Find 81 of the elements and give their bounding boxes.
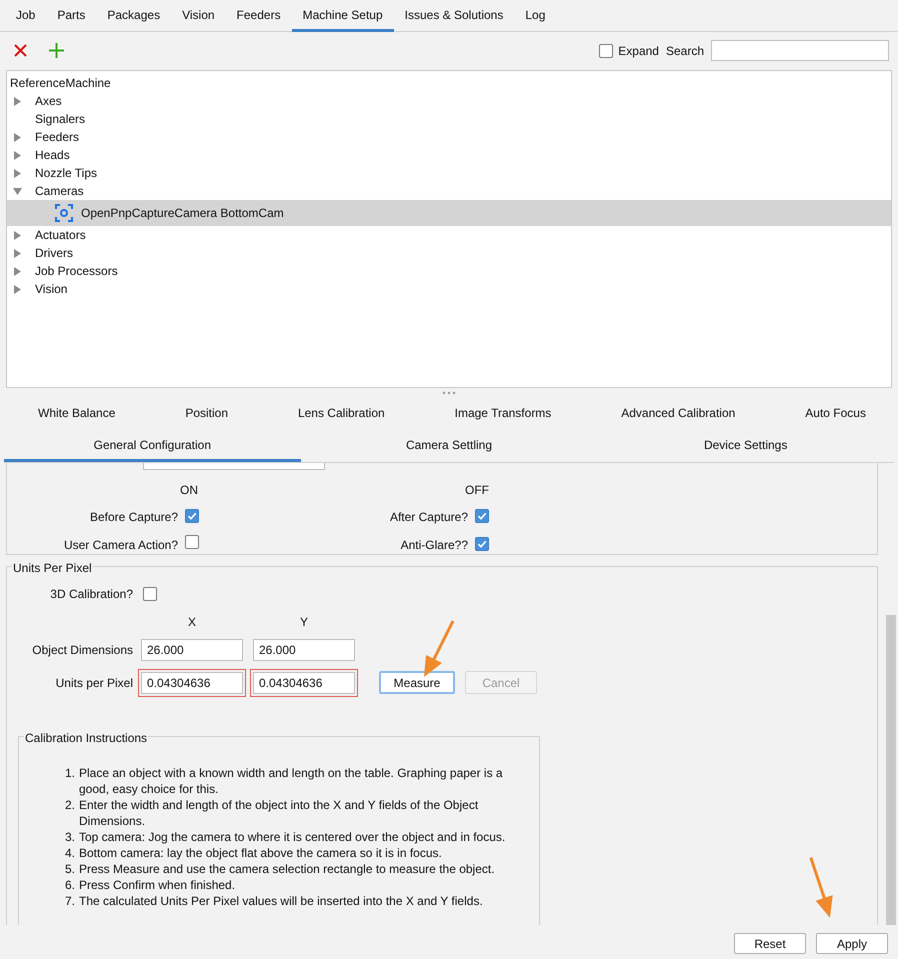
step-number: 3. <box>65 829 76 845</box>
tab[interactable]: Vision <box>171 0 226 32</box>
tree-item[interactable]: ReferenceMachine <box>7 74 891 92</box>
tab[interactable]: Log <box>514 0 556 32</box>
checkbox[interactable] <box>475 509 489 523</box>
field-label: Object Dimensions <box>31 642 133 659</box>
column-header: OFF <box>465 482 490 499</box>
step-text: Top camera: Jog the camera to where it is centered over the object and in focus. <box>79 829 506 845</box>
footer-button[interactable]: Reset <box>734 933 806 954</box>
tab[interactable]: Feeders <box>226 0 292 32</box>
tab[interactable]: Lens Calibration <box>298 398 385 430</box>
step-text: The calculated Units Per Pixel values will be inserted into the X and Y fields. <box>79 893 483 909</box>
step-text: Press Confirm when finished. <box>79 877 236 893</box>
collapsed-arrow-icon[interactable] <box>13 132 22 142</box>
column-header: Y <box>298 614 309 631</box>
collapsed-arrow-icon[interactable] <box>13 266 22 276</box>
camera-icon <box>55 204 73 222</box>
footer-button[interactable]: Apply <box>816 933 888 954</box>
input-field[interactable]: 26.000 <box>141 639 243 661</box>
tab[interactable]: Advanced Calibration <box>621 398 736 430</box>
tab[interactable]: Device Settings <box>597 430 894 462</box>
step-number: 1. <box>65 765 76 782</box>
checkbox[interactable] <box>143 587 157 601</box>
step-number: 5. <box>65 861 76 877</box>
step-number: 7. <box>65 893 76 909</box>
collapsed-arrow-icon[interactable] <box>13 230 22 240</box>
expanded-arrow-icon[interactable] <box>13 186 22 196</box>
checkbox-label: User Camera Action? <box>64 536 178 554</box>
step-text: Press Measure and use the camera selection rectangle to measure the object. <box>79 861 495 877</box>
step-number: 6. <box>65 877 76 893</box>
checkbox-label: After Capture? <box>390 509 468 526</box>
tab[interactable]: Job <box>5 0 46 32</box>
collapsed-arrow-icon[interactable] <box>13 96 22 106</box>
search-label: Search <box>666 42 704 60</box>
measure-button[interactable]: Measure <box>379 671 455 694</box>
tab[interactable]: Packages <box>96 0 172 32</box>
tree-item[interactable]: Feeders <box>35 128 80 146</box>
step-number: 2. <box>65 797 76 814</box>
tab[interactable]: Position <box>185 398 228 430</box>
input-field[interactable]: 26.000 <box>253 639 355 661</box>
tab[interactable]: Camera Settling <box>300 430 598 462</box>
tree-item[interactable]: Vision <box>35 280 68 298</box>
step-number: 4. <box>65 845 76 861</box>
checkbox-label: 3D Calibration? <box>49 586 133 603</box>
add-icon[interactable] <box>49 43 64 58</box>
tree-item[interactable]: Actuators <box>35 226 86 244</box>
checkbox[interactable] <box>185 509 199 523</box>
tree-item[interactable]: Nozzle Tips <box>35 164 98 182</box>
checkbox-label: Anti-Glare?? <box>400 536 468 554</box>
tab[interactable]: Image Transforms <box>454 398 552 430</box>
field-label: Units per Pixel <box>54 674 133 692</box>
tree-item[interactable]: OpenPnpCaptureCamera BottomCam <box>7 200 891 226</box>
collapsed-arrow-icon[interactable] <box>13 284 22 294</box>
tab[interactable]: Issues & Solutions <box>394 0 514 32</box>
tab[interactable]: Machine Setup <box>292 0 394 32</box>
checkbox[interactable] <box>475 536 489 550</box>
step-text: Enter the width and length of the object into the X and Y fields of the Object Dimensions. <box>79 797 480 829</box>
tab[interactable]: Auto Focus <box>805 398 866 430</box>
tab[interactable]: Parts <box>46 0 96 32</box>
collapsed-arrow-icon[interactable] <box>13 150 22 160</box>
splitter-handle-icon[interactable] <box>442 391 456 395</box>
checkbox[interactable] <box>599 44 614 58</box>
checkbox-label: Expand <box>618 42 659 60</box>
column-header: X <box>186 614 197 631</box>
column-header: ON <box>180 482 198 499</box>
tab[interactable]: White Balance <box>38 398 116 430</box>
search-field[interactable] <box>711 40 889 61</box>
close-icon[interactable] <box>14 44 27 57</box>
collapsed-arrow-icon[interactable] <box>13 168 22 178</box>
collapsed-arrow-icon[interactable] <box>13 248 22 258</box>
tree-item[interactable]: Job Processors <box>35 262 118 280</box>
checkbox-label: Before Capture? <box>90 509 178 526</box>
tree-item[interactable]: Drivers <box>35 244 73 262</box>
step-text: Place an object with a known width and length on the table. Graphing paper is a good, easy choice for this. <box>79 765 504 797</box>
step-text: Bottom camera: lay the object flat above the camera so it is in focus. <box>79 845 442 861</box>
tree-item[interactable]: Signalers <box>35 110 86 128</box>
scrollbar-thumb[interactable] <box>886 615 896 925</box>
tree-item[interactable]: Axes <box>35 92 62 110</box>
checkbox[interactable] <box>185 535 199 549</box>
tree-item[interactable]: Heads <box>35 146 70 164</box>
tree-item[interactable]: Cameras <box>35 182 84 200</box>
